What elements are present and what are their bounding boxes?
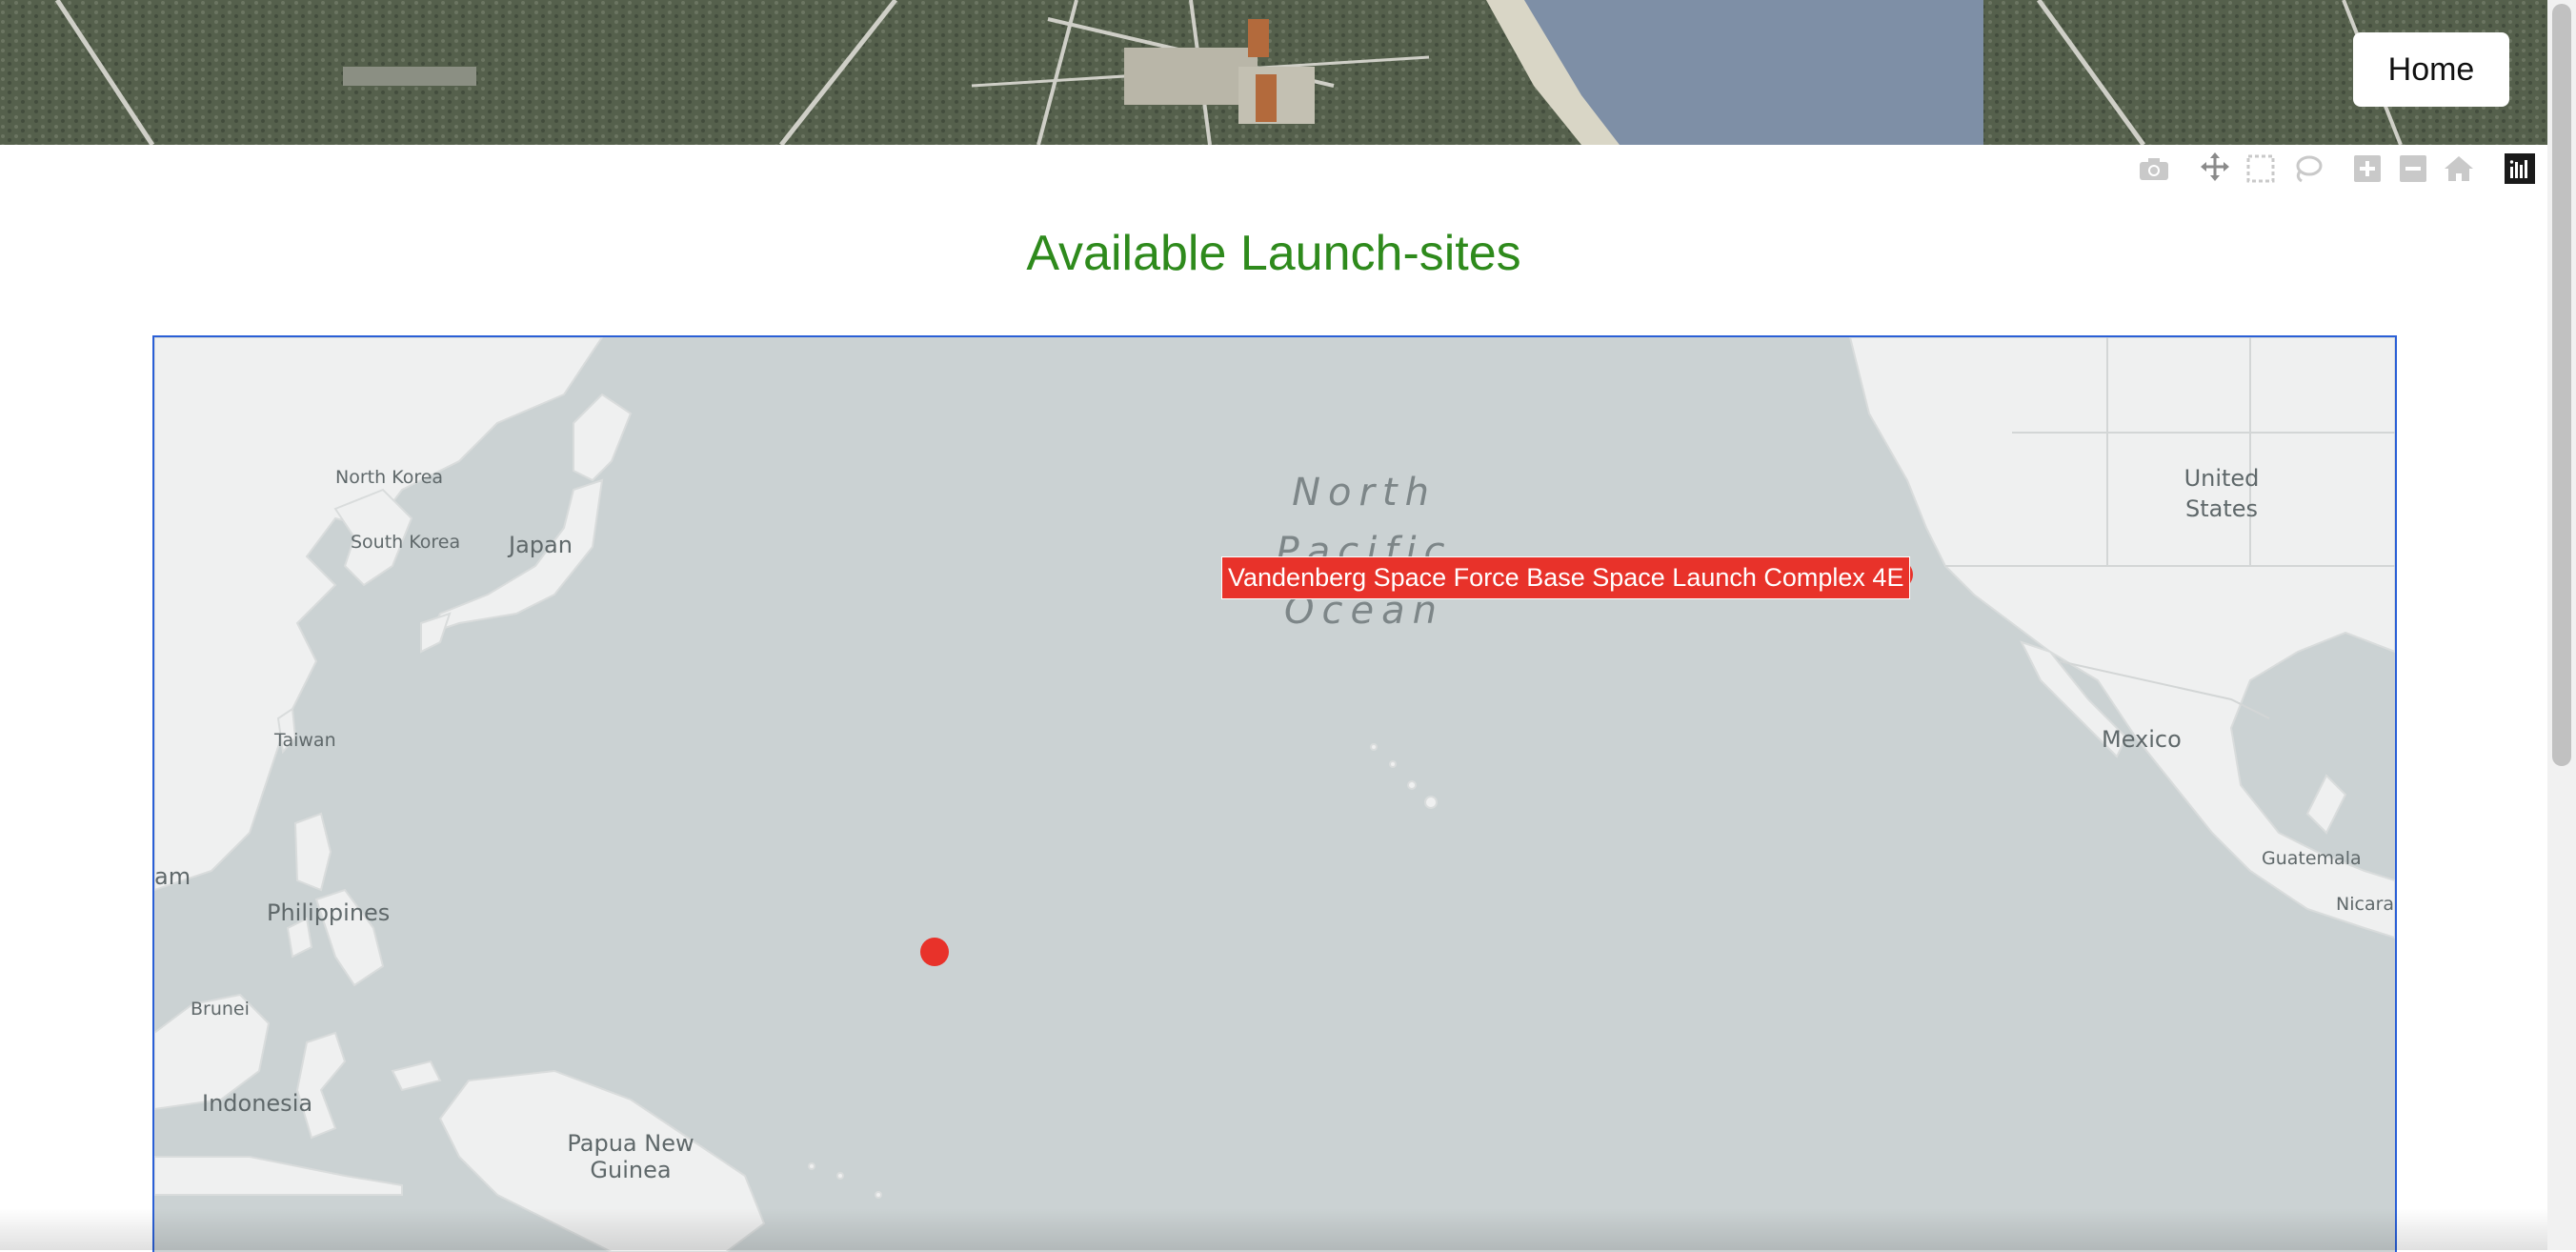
zoom-in-icon[interactable] (2351, 152, 2384, 185)
camera-icon[interactable] (2138, 152, 2170, 185)
launch-complex-aerial-photo (0, 0, 2547, 145)
plotly-logo-icon[interactable] (2504, 152, 2536, 185)
label-png-line1: Papua New (567, 1130, 694, 1157)
label-us-line2: States (2184, 495, 2259, 522)
site-marker-pacific[interactable] (920, 938, 949, 966)
label-brunei: Brunei (191, 999, 250, 1020)
zoom-out-icon[interactable] (2397, 152, 2429, 185)
launch-sites-map[interactable]: North Korea South Korea Japan Taiwan am … (152, 335, 2397, 1252)
site-tooltip-vandenberg: Vandenberg Space Force Base Space Launch… (1221, 556, 1911, 599)
label-south-korea: South Korea (351, 532, 461, 553)
pan-icon[interactable] (2199, 151, 2231, 183)
label-philippines: Philippines (267, 899, 391, 926)
label-north-pacific-ocean: North Pacific Ocean (1221, 463, 1507, 640)
reset-home-icon[interactable] (2443, 152, 2475, 185)
label-united-states: United States (2155, 463, 2288, 524)
header-banner: Home (0, 0, 2547, 145)
label-ocean-line1: North (1292, 471, 1437, 515)
label-guatemala: Guatemala (2262, 848, 2362, 869)
label-us-line1: United (2184, 465, 2260, 492)
label-papua-new-guinea: Papua New Guinea (554, 1130, 707, 1183)
home-button[interactable]: Home (2353, 32, 2509, 107)
label-japan: Japan (509, 532, 573, 558)
scrollbar-thumb[interactable] (2552, 4, 2571, 766)
page-title: Available Launch-sites (1026, 226, 1521, 281)
lasso-icon[interactable] (2291, 152, 2324, 185)
box-select-icon[interactable] (2244, 152, 2277, 185)
label-taiwan: Taiwan (274, 730, 336, 751)
label-png-line2: Guinea (590, 1157, 672, 1183)
label-mexico: Mexico (2102, 726, 2182, 753)
label-vietnam-partial: am (154, 863, 191, 890)
label-north-korea: North Korea (335, 467, 444, 488)
label-indonesia: Indonesia (202, 1090, 313, 1117)
label-nicaragua-partial: Nicarag (2336, 894, 2395, 915)
